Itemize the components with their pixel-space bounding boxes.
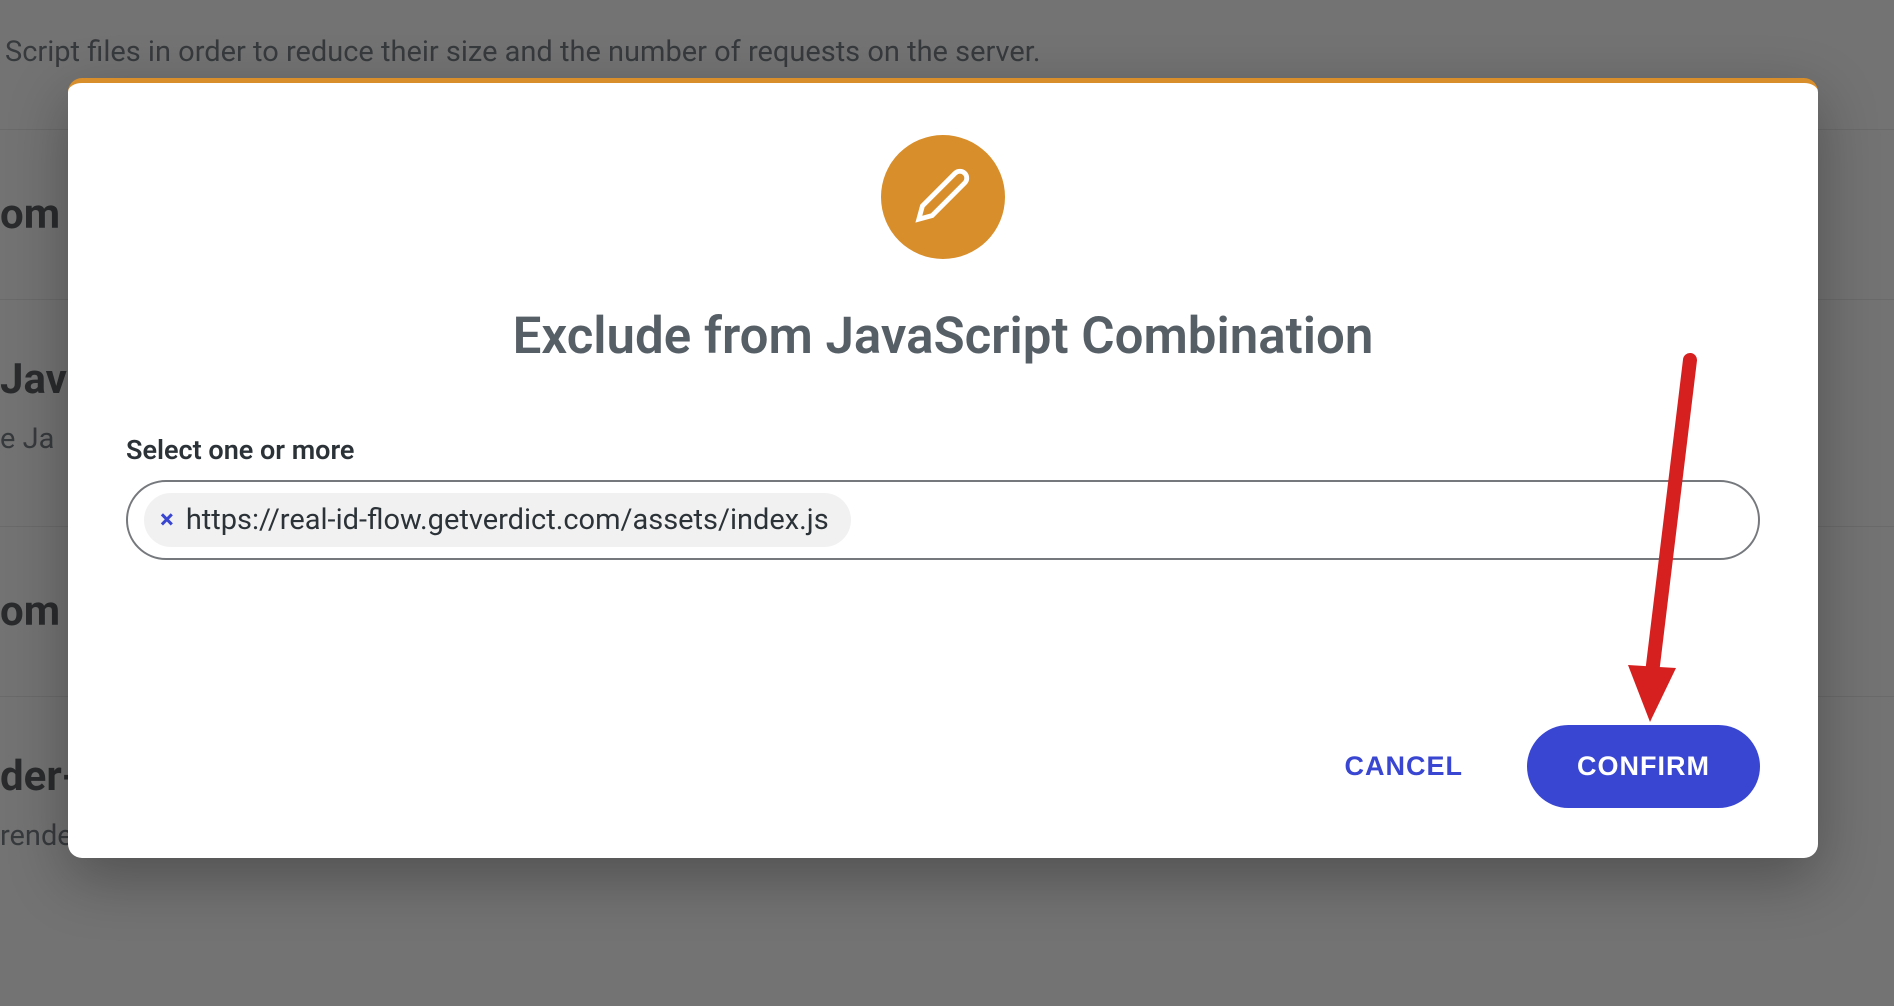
modal-overlay[interactable]: Exclude from JavaScript Combination Sele… bbox=[0, 0, 1894, 1006]
exclude-js-modal: Exclude from JavaScript Combination Sele… bbox=[68, 78, 1818, 858]
multiselect-input[interactable]: × https://real-id-flow.getverdict.com/as… bbox=[126, 480, 1760, 560]
modal-actions: CANCEL CONFIRM bbox=[126, 725, 1760, 808]
multiselect-label: Select one or more bbox=[126, 434, 1760, 466]
chip-remove-icon[interactable]: × bbox=[160, 507, 174, 533]
modal-title: Exclude from JavaScript Combination bbox=[126, 307, 1760, 366]
modal-header-icon-circle bbox=[881, 135, 1005, 259]
cancel-button[interactable]: CANCEL bbox=[1345, 751, 1464, 782]
pencil-icon bbox=[914, 166, 972, 228]
confirm-button[interactable]: CONFIRM bbox=[1527, 725, 1760, 808]
chip-text: https://real-id-flow.getverdict.com/asse… bbox=[186, 503, 829, 537]
selected-chip: × https://real-id-flow.getverdict.com/as… bbox=[144, 493, 851, 547]
